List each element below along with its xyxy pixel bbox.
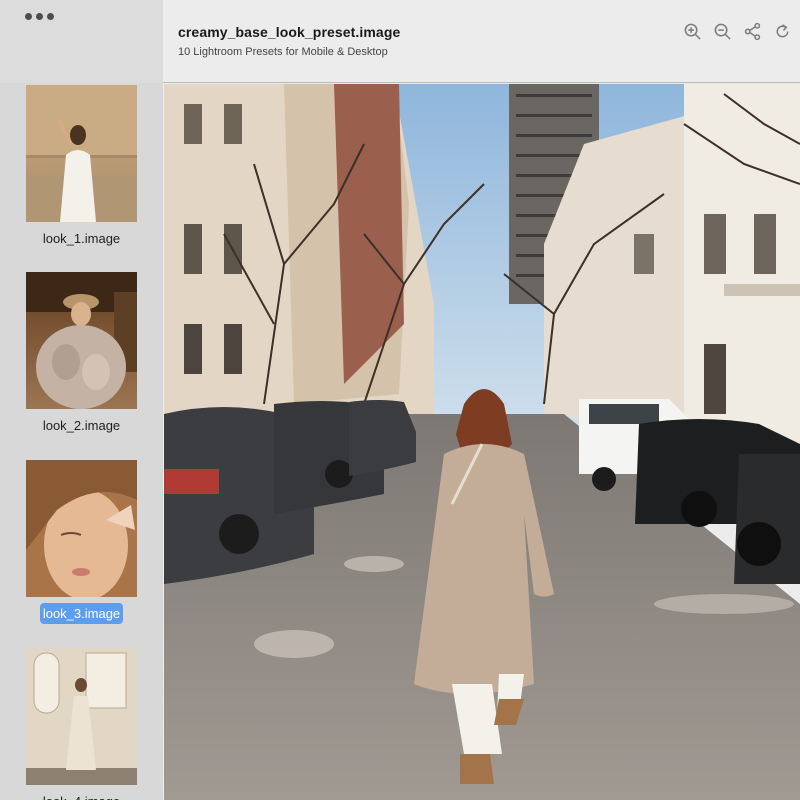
zoom-out-icon[interactable] (713, 22, 732, 41)
zoom-in-icon[interactable] (683, 22, 702, 41)
sidebar: look_1.image look_2.image look_3.image (0, 0, 163, 800)
file-subtitle: 10 Lightroom Presets for Mobile & Deskto… (178, 46, 388, 58)
rotate-icon[interactable] (773, 22, 792, 41)
selected-label-text: look_3.image (39, 603, 124, 624)
header: creamy_base_look_preset.image 10 Lightro… (163, 0, 800, 83)
file-title: creamy_base_look_preset.image (178, 24, 401, 40)
sidebar-item-look-4[interactable]: look_4.image (26, 648, 137, 800)
sidebar-item-look-1[interactable]: look_1.image (26, 85, 137, 246)
share-icon[interactable] (743, 22, 762, 41)
toolbar (683, 22, 792, 41)
main-image-preview (164, 84, 800, 800)
sidebar-item-label: look_4.image (26, 791, 137, 800)
sidebar-item-label-selected: look_3.image (26, 603, 137, 625)
sidebar-header (0, 0, 163, 83)
thumbnail-image (26, 460, 137, 597)
sidebar-item-look-3[interactable]: look_3.image (26, 460, 137, 624)
window-controls-icon[interactable] (25, 13, 54, 20)
thumbnail-image (26, 648, 137, 785)
thumbnail-image (26, 85, 137, 222)
sidebar-item-look-2[interactable]: look_2.image (26, 272, 137, 433)
sidebar-item-label: look_1.image (42, 231, 121, 246)
sidebar-item-label: look_2.image (42, 418, 121, 433)
thumbnail-image (26, 272, 137, 409)
